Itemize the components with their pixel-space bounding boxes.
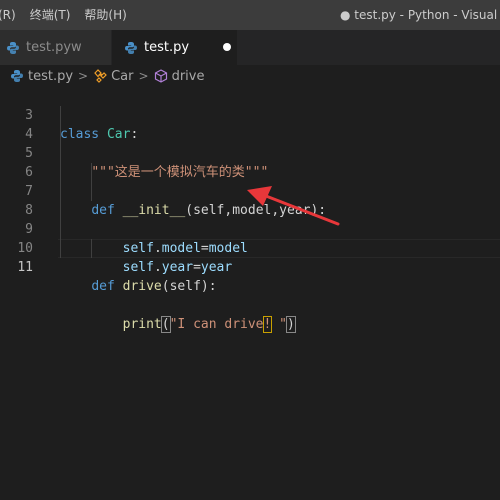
breadcrumb-file[interactable]: test.py: [10, 69, 73, 84]
indent-guide: [91, 182, 92, 201]
breadcrumb-file-label: test.py: [28, 68, 74, 84]
code-line[interactable]: 7 self.model=model: [0, 163, 500, 256]
code-line-current[interactable]: 11 print("I can drive! "): [0, 239, 500, 333]
tab-test-pyw[interactable]: test.pyw: [0, 30, 112, 65]
indent-guide: [60, 144, 61, 163]
python-file-icon: [10, 69, 24, 83]
python-file-icon: [124, 41, 138, 55]
tab-label: test.py: [144, 40, 190, 55]
indent-guide: [60, 239, 61, 258]
code-line[interactable]: 3 class Car:: [0, 87, 500, 142]
menu-help[interactable]: 帮助(H): [77, 0, 133, 30]
breadcrumb-method[interactable]: drive: [154, 68, 205, 84]
breadcrumb-class[interactable]: Car: [93, 68, 134, 84]
editor-tab-bar: test.pyw test.py: [0, 30, 500, 65]
breadcrumb-separator: >: [78, 69, 89, 83]
code-line[interactable]: 6 def __init__(self,model,year):: [0, 144, 500, 218]
breadcrumb-method-label: drive: [171, 68, 205, 84]
tab-test-py[interactable]: test.py: [112, 30, 237, 65]
indent-guide: [60, 125, 61, 144]
code-editor[interactable]: 3 class Car: 4 """这是一个模拟汽车的类""" 5 6 def …: [0, 87, 500, 500]
window-title: ● test.py - Python - Visual Stu: [340, 8, 500, 22]
code-text: self.year=year: [122, 260, 233, 275]
code-line[interactable]: 5: [0, 125, 500, 161]
indent-guide: [60, 182, 61, 201]
title-bar: (R) 终端(T) 帮助(H) ● test.py - Python - Vis…: [0, 0, 500, 30]
indent-guide: [60, 106, 61, 125]
class-symbol-icon: [93, 69, 107, 83]
indent-guide: [91, 163, 92, 182]
line-number: 11: [17, 260, 33, 275]
python-file-icon: [6, 41, 20, 55]
breadcrumb-class-label: Car: [111, 68, 134, 84]
tab-label: test.pyw: [26, 40, 82, 55]
indent-guide: [60, 220, 61, 239]
unsaved-changes-dot-icon[interactable]: [223, 43, 231, 51]
code-text: def drive(self):: [91, 279, 217, 294]
method-symbol-icon: [154, 69, 168, 83]
indent-guide: [60, 201, 61, 220]
code-line[interactable]: 9: [0, 201, 500, 237]
code-line[interactable]: 4 """这是一个模拟汽车的类""": [0, 106, 500, 180]
breadcrumb-separator: >: [138, 69, 149, 83]
indent-guide: [91, 239, 92, 258]
menu-terminal[interactable]: 终端(T): [23, 0, 78, 30]
code-line[interactable]: 8 self.year=year: [0, 182, 500, 275]
code-line[interactable]: 10 def drive(self):: [0, 220, 500, 294]
code-text: print("I can drive! "): [122, 316, 296, 333]
breadcrumb: test.py > Car > drive: [0, 65, 500, 87]
indent-guide: [60, 163, 61, 182]
menu-run[interactable]: (R): [0, 0, 23, 30]
